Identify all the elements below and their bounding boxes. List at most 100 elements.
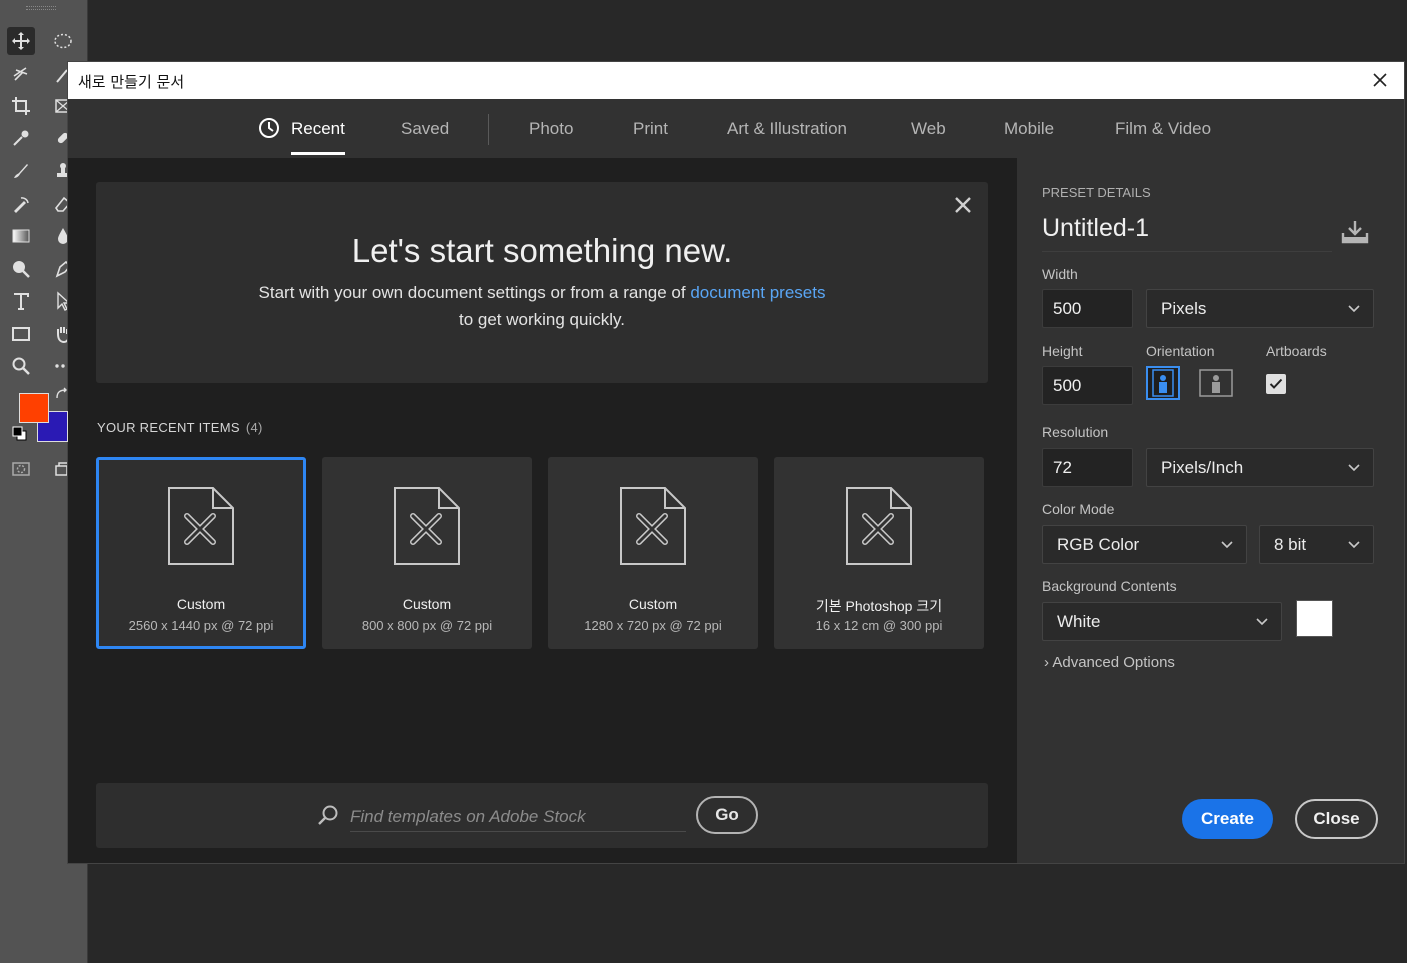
height-input[interactable]: 500	[1042, 366, 1133, 405]
tab-web[interactable]: Web	[911, 119, 946, 139]
chevron-down-icon	[1256, 618, 1268, 626]
artboards-label: Artboards	[1266, 343, 1327, 359]
recent-items-title: YOUR RECENT ITEMS	[97, 420, 240, 435]
search-icon	[318, 805, 338, 825]
advanced-options-toggle[interactable]: › Advanced Options	[1044, 654, 1175, 671]
gradient-tool-icon[interactable]	[7, 222, 35, 250]
recent-item-name: 기본 Photoshop 크기	[815, 598, 943, 614]
banner-text-line2: to get working quickly.	[459, 310, 625, 329]
width-unit-select[interactable]: Pixels	[1146, 289, 1374, 328]
preset-details-panel: PRESET DETAILS Untitled-1 Width 500 Pixe…	[1017, 158, 1404, 863]
recent-items-heading: YOUR RECENT ITEMS (4)	[97, 420, 263, 435]
chevron-down-icon	[1348, 464, 1360, 472]
resolution-unit-value: Pixels/Inch	[1161, 457, 1244, 477]
brush-tool-icon[interactable]	[7, 157, 35, 185]
color-mode-value: RGB Color	[1057, 534, 1140, 554]
dialog-title: 새로 만들기 문서	[78, 73, 185, 91]
stock-search-bar: Go	[96, 783, 988, 848]
welcome-banner: Let's start something new. Start with yo…	[96, 182, 988, 383]
tab-art-illustration[interactable]: Art & Illustration	[727, 119, 847, 139]
checkmark-icon	[1269, 378, 1283, 389]
move-tool-icon[interactable]	[7, 27, 35, 55]
panel-grip[interactable]	[26, 6, 56, 10]
chevron-down-icon	[1348, 541, 1360, 549]
document-icon	[620, 487, 686, 565]
banner-heading: Let's start something new.	[351, 232, 733, 269]
elliptical-marquee-icon[interactable]	[49, 27, 77, 55]
recent-items-count: (4)	[245, 420, 263, 435]
recent-item-dims: 2560 x 1440 px @ 72 ppi	[128, 618, 274, 633]
chevron-down-icon	[1348, 305, 1360, 313]
recent-item-name: Custom	[628, 596, 678, 612]
tab-saved[interactable]: Saved	[401, 119, 449, 139]
document-name-field[interactable]: Untitled-1	[1042, 214, 1332, 252]
background-contents-value: White	[1057, 611, 1101, 631]
type-tool-icon[interactable]	[7, 287, 35, 315]
tab-divider	[488, 114, 489, 145]
tab-film-video[interactable]: Film & Video	[1115, 119, 1211, 139]
landscape-orientation-icon[interactable]	[1199, 366, 1233, 400]
color-mode-label: Color Mode	[1042, 501, 1115, 517]
color-mode-select[interactable]: RGB Color	[1042, 525, 1247, 564]
stock-search-input[interactable]	[350, 802, 686, 832]
close-button[interactable]: Close	[1295, 799, 1378, 839]
default-colors-icon[interactable]	[12, 426, 28, 442]
width-label: Width	[1042, 266, 1078, 282]
dialog-titlebar[interactable]: 새로 만들기 문서	[68, 62, 1404, 99]
resolution-unit-select[interactable]: Pixels/Inch	[1146, 448, 1374, 487]
chevron-right-icon: ›	[1044, 654, 1049, 671]
document-icon	[846, 487, 912, 565]
save-preset-icon[interactable]	[1340, 218, 1370, 246]
recent-item-card[interactable]: Custom 1280 x 720 px @ 72 ppi	[548, 457, 758, 649]
crop-tool-icon[interactable]	[7, 92, 35, 120]
bit-depth-value: 8 bit	[1274, 534, 1307, 554]
chevron-down-icon	[1221, 541, 1233, 549]
recent-item-name: Custom	[402, 596, 452, 612]
document-icon	[394, 487, 460, 565]
tab-photo[interactable]: Photo	[529, 119, 573, 139]
recent-item-card[interactable]: 기본 Photoshop 크기 16 x 12 cm @ 300 ppi	[774, 457, 984, 649]
rectangle-tool-icon[interactable]	[7, 320, 35, 348]
dodge-tool-icon[interactable]	[7, 255, 35, 283]
quick-mask-icon[interactable]	[7, 455, 35, 483]
bit-depth-select[interactable]: 8 bit	[1259, 525, 1374, 564]
create-button[interactable]: Create	[1182, 799, 1273, 839]
recent-item-card[interactable]: Custom 800 x 800 px @ 72 ppi	[322, 457, 532, 649]
artboards-checkbox[interactable]	[1266, 374, 1286, 394]
recent-item-card[interactable]: Custom 2560 x 1440 px @ 72 ppi	[96, 457, 306, 649]
go-button[interactable]: Go	[696, 796, 758, 834]
eyedropper-icon[interactable]	[7, 124, 35, 152]
clock-icon	[259, 118, 279, 138]
close-window-icon[interactable]	[1368, 68, 1392, 92]
resolution-input[interactable]: 72	[1042, 448, 1133, 487]
tab-print[interactable]: Print	[633, 119, 668, 139]
background-contents-select[interactable]: White	[1042, 602, 1282, 641]
new-document-dialog: 새로 만들기 문서 Recent Saved Photo Print Art &…	[68, 62, 1404, 863]
background-contents-label: Background Contents	[1042, 578, 1177, 594]
banner-text: Start with your own document settings or…	[96, 283, 988, 303]
recent-item-name: Custom	[176, 596, 226, 612]
width-input[interactable]: 500	[1042, 289, 1133, 328]
tab-recent[interactable]: Recent	[291, 119, 345, 155]
lasso-tool-icon[interactable]	[7, 60, 35, 88]
recent-item-dims: 16 x 12 cm @ 300 ppi	[815, 618, 943, 633]
orientation-label: Orientation	[1146, 343, 1215, 359]
tab-bar-extension: Mobile Film & Video	[1004, 99, 1404, 158]
background-color-preview[interactable]	[1296, 600, 1333, 637]
zoom-tool-icon[interactable]	[7, 352, 35, 380]
resolution-label: Resolution	[1042, 424, 1109, 440]
dismiss-banner-icon[interactable]	[952, 194, 974, 216]
history-brush-icon[interactable]	[7, 190, 35, 218]
tab-recent-label: Recent	[291, 119, 345, 138]
height-label: Height	[1042, 343, 1083, 359]
tab-active-underline	[291, 152, 345, 155]
recent-item-dims: 1280 x 720 px @ 72 ppi	[584, 618, 722, 633]
recent-item-dims: 800 x 800 px @ 72 ppi	[361, 618, 493, 633]
tab-mobile[interactable]: Mobile	[1004, 119, 1054, 139]
banner-text-prefix: Start with your own document settings or…	[258, 283, 686, 302]
document-presets-link[interactable]: document presets	[690, 283, 825, 302]
foreground-color-swatch[interactable]	[19, 393, 49, 423]
portrait-orientation-icon[interactable]	[1146, 366, 1180, 400]
main-content: Let's start something new. Start with yo…	[68, 158, 1017, 863]
preset-category-tabs: Recent Saved Photo Print Art & Illustrat…	[68, 99, 1017, 158]
